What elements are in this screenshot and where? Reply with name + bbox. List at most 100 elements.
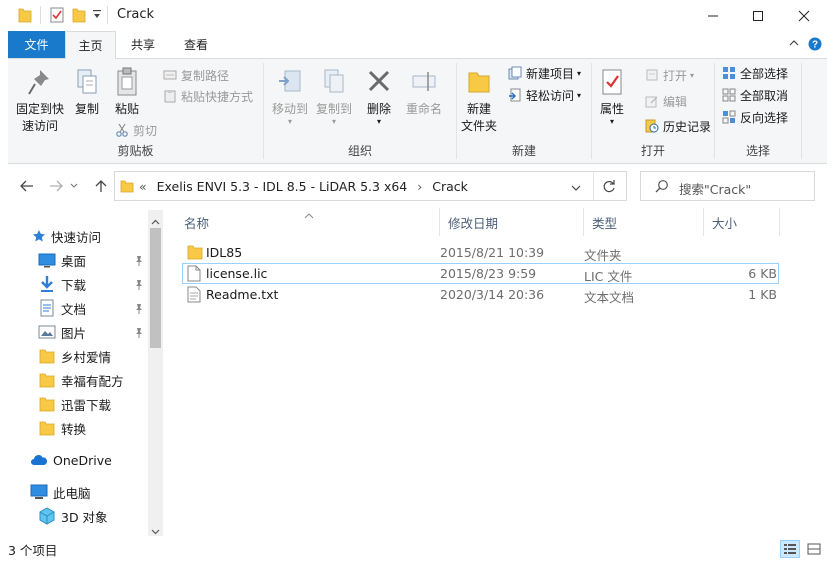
properties-button[interactable]: 属性 ▾ [594, 65, 630, 126]
nav-folder-item[interactable]: 乡村爱情 [38, 344, 111, 368]
file-name: license.lic [206, 266, 268, 281]
rename-icon [408, 65, 440, 99]
copy-to-icon [318, 65, 350, 99]
breadcrumb-overflow[interactable]: « [139, 179, 147, 194]
recent-locations-button[interactable] [68, 177, 80, 195]
copy-path-button[interactable]: 复制路径 [162, 65, 229, 85]
table-row[interactable]: IDL85 2015/8/21 10:39 文件夹 [182, 242, 779, 263]
breadcrumb-item[interactable]: Crack [432, 179, 468, 194]
desktop-icon [38, 251, 56, 269]
forward-button[interactable] [46, 177, 66, 195]
back-button[interactable] [17, 177, 37, 195]
properties-icon [596, 65, 628, 99]
nav-desktop[interactable]: 桌面 [38, 248, 86, 272]
edit-button[interactable]: 编辑 [644, 91, 687, 111]
chevron-down-icon[interactable] [571, 181, 581, 195]
pin-quick-access-button[interactable]: 固定到快 速访问 [12, 65, 68, 135]
address-row: « Exelis ENVI 5.3 - IDL 8.5 - LiDAR 5.3 … [0, 164, 835, 208]
delete-icon [363, 65, 395, 99]
address-bar[interactable]: « Exelis ENVI 5.3 - IDL 8.5 - LiDAR 5.3 … [114, 171, 627, 201]
close-button[interactable] [781, 0, 826, 31]
column-header-date[interactable]: 修改日期 [440, 208, 584, 236]
select-all-button[interactable]: 全部选择 [721, 63, 788, 83]
select-none-button[interactable]: 全部取消 [721, 85, 788, 105]
new-folder-button[interactable]: 新建 文件夹 [459, 65, 499, 135]
large-icons-view-button[interactable] [804, 540, 824, 558]
nav-scrollbar[interactable] [148, 210, 163, 536]
nav-this-pc[interactable]: 此电脑 [30, 480, 91, 504]
pin-icon [24, 65, 56, 99]
folder-icon [38, 395, 56, 413]
rename-button[interactable]: 重命名 [402, 65, 446, 118]
column-header-type[interactable]: 类型 [584, 208, 704, 236]
scroll-up-icon[interactable] [151, 214, 160, 228]
paste-icon [111, 65, 143, 99]
tab-view[interactable]: 查看 [172, 31, 220, 58]
history-button[interactable]: 历史记录 [644, 116, 711, 136]
details-view-button[interactable] [780, 540, 800, 558]
customize-toolbar-icon[interactable] [92, 9, 102, 24]
nav-documents[interactable]: 文档 [38, 296, 86, 320]
file-type: LIC 文件 [584, 269, 633, 284]
table-row[interactable]: Readme.txt 2020/3/14 20:36 文本文档 1 KB [182, 284, 779, 305]
refresh-icon[interactable] [602, 179, 616, 196]
copy-to-button[interactable]: 复制到 ▾ [312, 65, 356, 126]
nav-downloads[interactable]: 下载 [38, 272, 86, 296]
nav-folder-item[interactable]: 幸福有配方 [38, 368, 124, 392]
delete-button[interactable]: 删除 ▾ [364, 65, 394, 126]
table-row[interactable]: license.lic 2015/8/23 9:59 LIC 文件 6 KB [182, 263, 779, 284]
breadcrumb: « Exelis ENVI 5.3 - IDL 8.5 - LiDAR 5.3 … [139, 179, 468, 194]
file-icon [187, 265, 203, 282]
column-header-size[interactable]: 大小 [704, 208, 780, 236]
paste-shortcut-button[interactable]: 粘贴快捷方式 [162, 86, 253, 106]
tab-share[interactable]: 共享 [120, 31, 166, 58]
svg-text:?: ? [812, 40, 818, 51]
properties-dropdown-icon: ▾ [609, 117, 614, 126]
pin-icon[interactable] [134, 255, 144, 267]
open-button[interactable]: 打开 ▾ [644, 65, 694, 85]
select-group: 全部选择 全部取消 反向选择 选择 [715, 59, 801, 163]
move-to-button[interactable]: 移动到 ▾ [268, 65, 312, 126]
scrollbar-thumb[interactable] [150, 228, 161, 348]
download-icon [38, 275, 56, 293]
breadcrumb-separator[interactable]: › [417, 179, 422, 194]
pin-icon[interactable] [134, 327, 144, 339]
new-item-icon [507, 65, 523, 81]
pin-icon[interactable] [134, 303, 144, 315]
nav-onedrive[interactable]: OneDrive [30, 448, 112, 472]
nav-quick-access[interactable]: 快速访问 [32, 224, 101, 248]
new-item-button[interactable]: 新建项目 ▾ [507, 63, 581, 83]
paste-button[interactable]: 粘贴 [106, 65, 148, 118]
properties-icon[interactable] [50, 7, 64, 26]
up-button[interactable] [91, 177, 111, 195]
nav-folder-item[interactable]: 迅雷下载 [38, 392, 111, 416]
paste-shortcut-icon [162, 88, 178, 104]
nav-pictures[interactable]: 图片 [38, 320, 86, 344]
edit-icon [644, 93, 660, 109]
search-input[interactable]: 搜索"Crack" [640, 171, 815, 201]
file-name: IDL85 [206, 245, 243, 260]
tab-file[interactable]: 文件 [8, 31, 65, 58]
column-header-name[interactable]: 名称 [176, 208, 440, 236]
cut-button[interactable]: 剪切 [114, 120, 157, 140]
easy-access-button[interactable]: 轻松访问 ▾ [507, 85, 581, 105]
tab-home[interactable]: 主页 [65, 31, 116, 59]
invert-selection-button[interactable]: 反向选择 [721, 107, 788, 127]
new-folder-icon[interactable] [72, 7, 86, 26]
minimize-button[interactable] [690, 0, 735, 31]
help-icon[interactable]: ? [808, 37, 822, 54]
folder-icon [463, 65, 495, 99]
move-to-dropdown-icon: ▾ [287, 117, 292, 126]
file-size: 6 KB [748, 266, 777, 281]
breadcrumb-item[interactable]: Exelis ENVI 5.3 - IDL 8.5 - LiDAR 5.3 x6… [157, 179, 408, 194]
collapse-ribbon-icon[interactable] [788, 37, 800, 52]
select-all-icon [721, 65, 737, 81]
folder-icon [38, 371, 56, 389]
maximize-button[interactable] [735, 0, 780, 31]
open-icon [644, 67, 660, 83]
file-size: 1 KB [748, 287, 777, 302]
copy-button[interactable]: 复制 [68, 65, 106, 118]
pin-icon[interactable] [134, 279, 144, 291]
nav-folder-item[interactable]: 转换 [38, 416, 86, 440]
nav-3d-objects[interactable]: 3D 对象 [38, 504, 108, 528]
